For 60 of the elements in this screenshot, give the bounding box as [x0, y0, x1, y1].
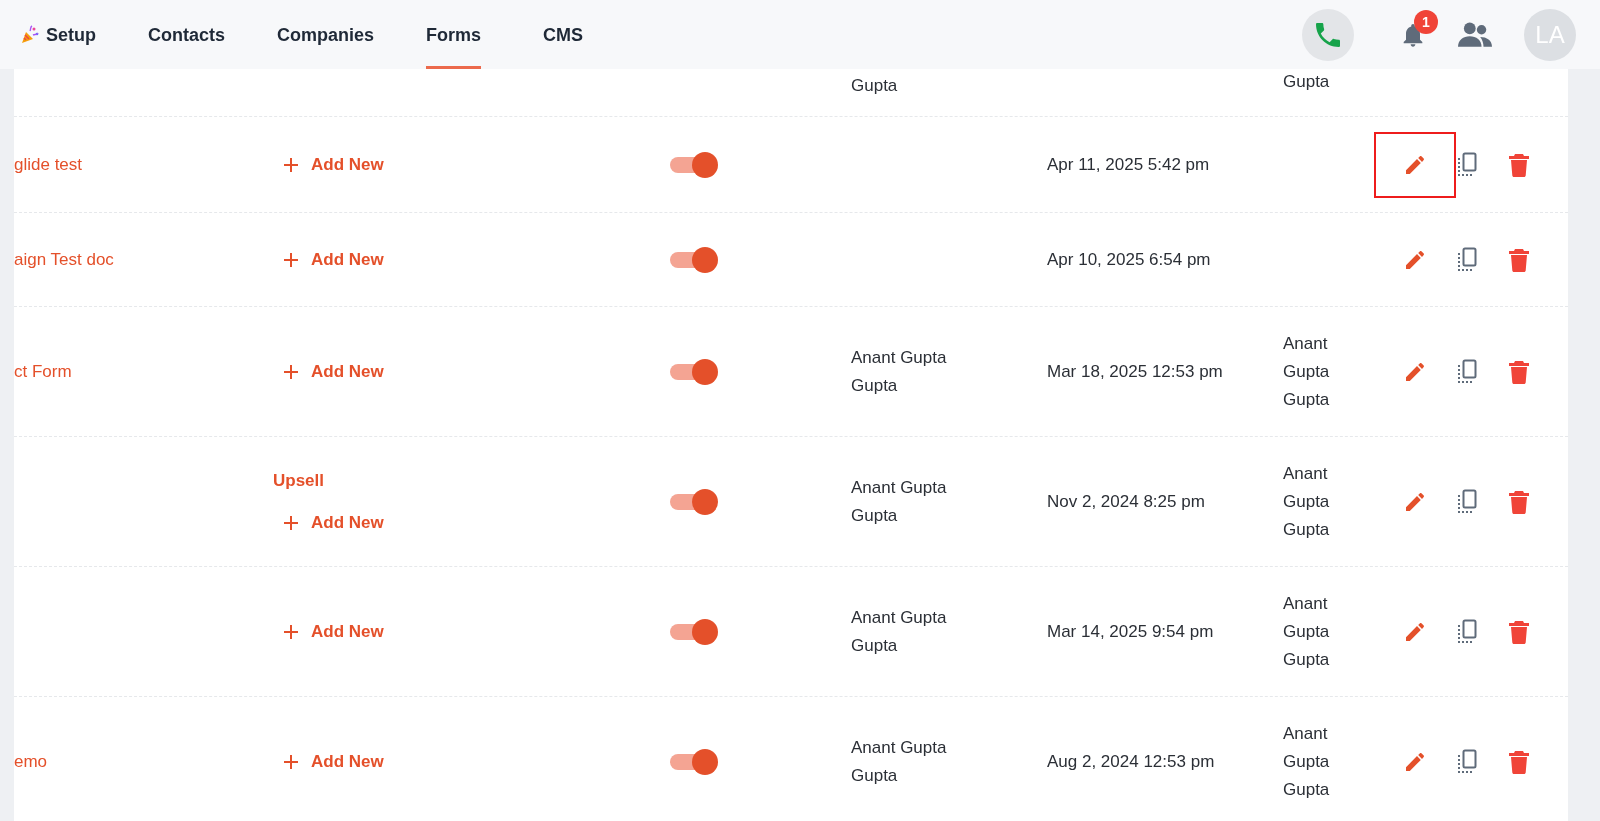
modifier-name: Anant Gupta Gupta — [1283, 592, 1331, 671]
copy-icon — [1455, 358, 1479, 385]
trash-icon — [1508, 247, 1530, 272]
creator-name: Anant Gupta Gupta — [851, 476, 948, 527]
add-new-button[interactable]: Add New — [283, 751, 384, 772]
form-name-link[interactable]: glide test — [14, 154, 279, 175]
notifications-button[interactable]: 1 — [1388, 9, 1438, 60]
status-toggle[interactable] — [670, 488, 718, 515]
plus-icon — [283, 156, 299, 173]
status-toggle[interactable] — [670, 358, 718, 385]
nav-tab[interactable]: Contacts — [148, 0, 226, 69]
trash-icon — [1508, 489, 1530, 514]
creator-name: Anant Gupta Gupta — [851, 736, 948, 787]
form-name-link[interactable]: ct Form — [14, 361, 279, 382]
add-new-button[interactable]: Add New — [283, 621, 384, 642]
created-date: Apr 10, 2025 6:54 pm — [1047, 248, 1212, 271]
status-toggle[interactable] — [670, 618, 718, 645]
call-button[interactable] — [1302, 8, 1354, 61]
copy-icon — [1455, 748, 1479, 775]
nav-tab[interactable]: Companies — [277, 0, 375, 69]
created-date: Mar 18, 2025 12:53 pm — [1047, 360, 1224, 383]
plus-icon — [283, 753, 299, 770]
copy-icon — [1455, 246, 1479, 273]
plus-icon — [283, 514, 299, 531]
creator-name: Anant Gupta Gupta — [851, 346, 948, 397]
plus-icon — [283, 251, 299, 268]
notification-badge: 1 — [1414, 9, 1438, 34]
created-date: Mar 14, 2025 9:54 pm — [1047, 620, 1215, 643]
trash-icon — [1508, 749, 1530, 774]
copy-icon — [1455, 151, 1479, 178]
nav-tab[interactable]: Setup — [20, 0, 96, 69]
nav-tab[interactable]: CMS — [543, 0, 584, 69]
modifier-name: Anant Gupta Gupta — [1283, 462, 1331, 541]
creator-name: Gupta — [851, 75, 899, 97]
created-date: Apr 11, 2025 5:42 pm — [1047, 153, 1211, 176]
created-date: Nov 2, 2024 8:25 pm — [1047, 490, 1206, 513]
add-new-button[interactable]: Add New — [283, 361, 384, 382]
add-new-button[interactable]: Add New — [283, 512, 384, 533]
add-new-button[interactable]: Add New — [283, 154, 384, 175]
modifier-name: Anant Gupta Gupta — [1283, 722, 1331, 801]
status-toggle[interactable] — [670, 748, 718, 775]
add-new-button[interactable]: Add New — [283, 249, 384, 270]
form-name-link[interactable]: emo — [14, 751, 279, 772]
creator-name: Anant Gupta Gupta — [851, 606, 948, 657]
modifier-name: Anant Gupta Gupta — [1283, 332, 1331, 411]
upsell-label: Upsell — [273, 470, 326, 491]
party-popper-icon — [20, 25, 40, 45]
plus-icon — [283, 623, 299, 640]
trash-icon — [1508, 619, 1530, 644]
copy-icon — [1455, 488, 1479, 515]
edit-button[interactable] — [1376, 133, 1454, 196]
form-name-link[interactable]: aign Test doc — [14, 249, 279, 270]
status-toggle[interactable] — [670, 151, 718, 178]
plus-icon — [283, 363, 299, 380]
trash-icon — [1508, 359, 1530, 384]
created-date: Aug 2, 2024 12:53 pm — [1047, 750, 1216, 773]
status-toggle[interactable] — [670, 246, 718, 273]
copy-icon — [1455, 618, 1479, 645]
trash-icon — [1508, 152, 1530, 177]
modifier-name: Gupta — [1283, 71, 1331, 93]
